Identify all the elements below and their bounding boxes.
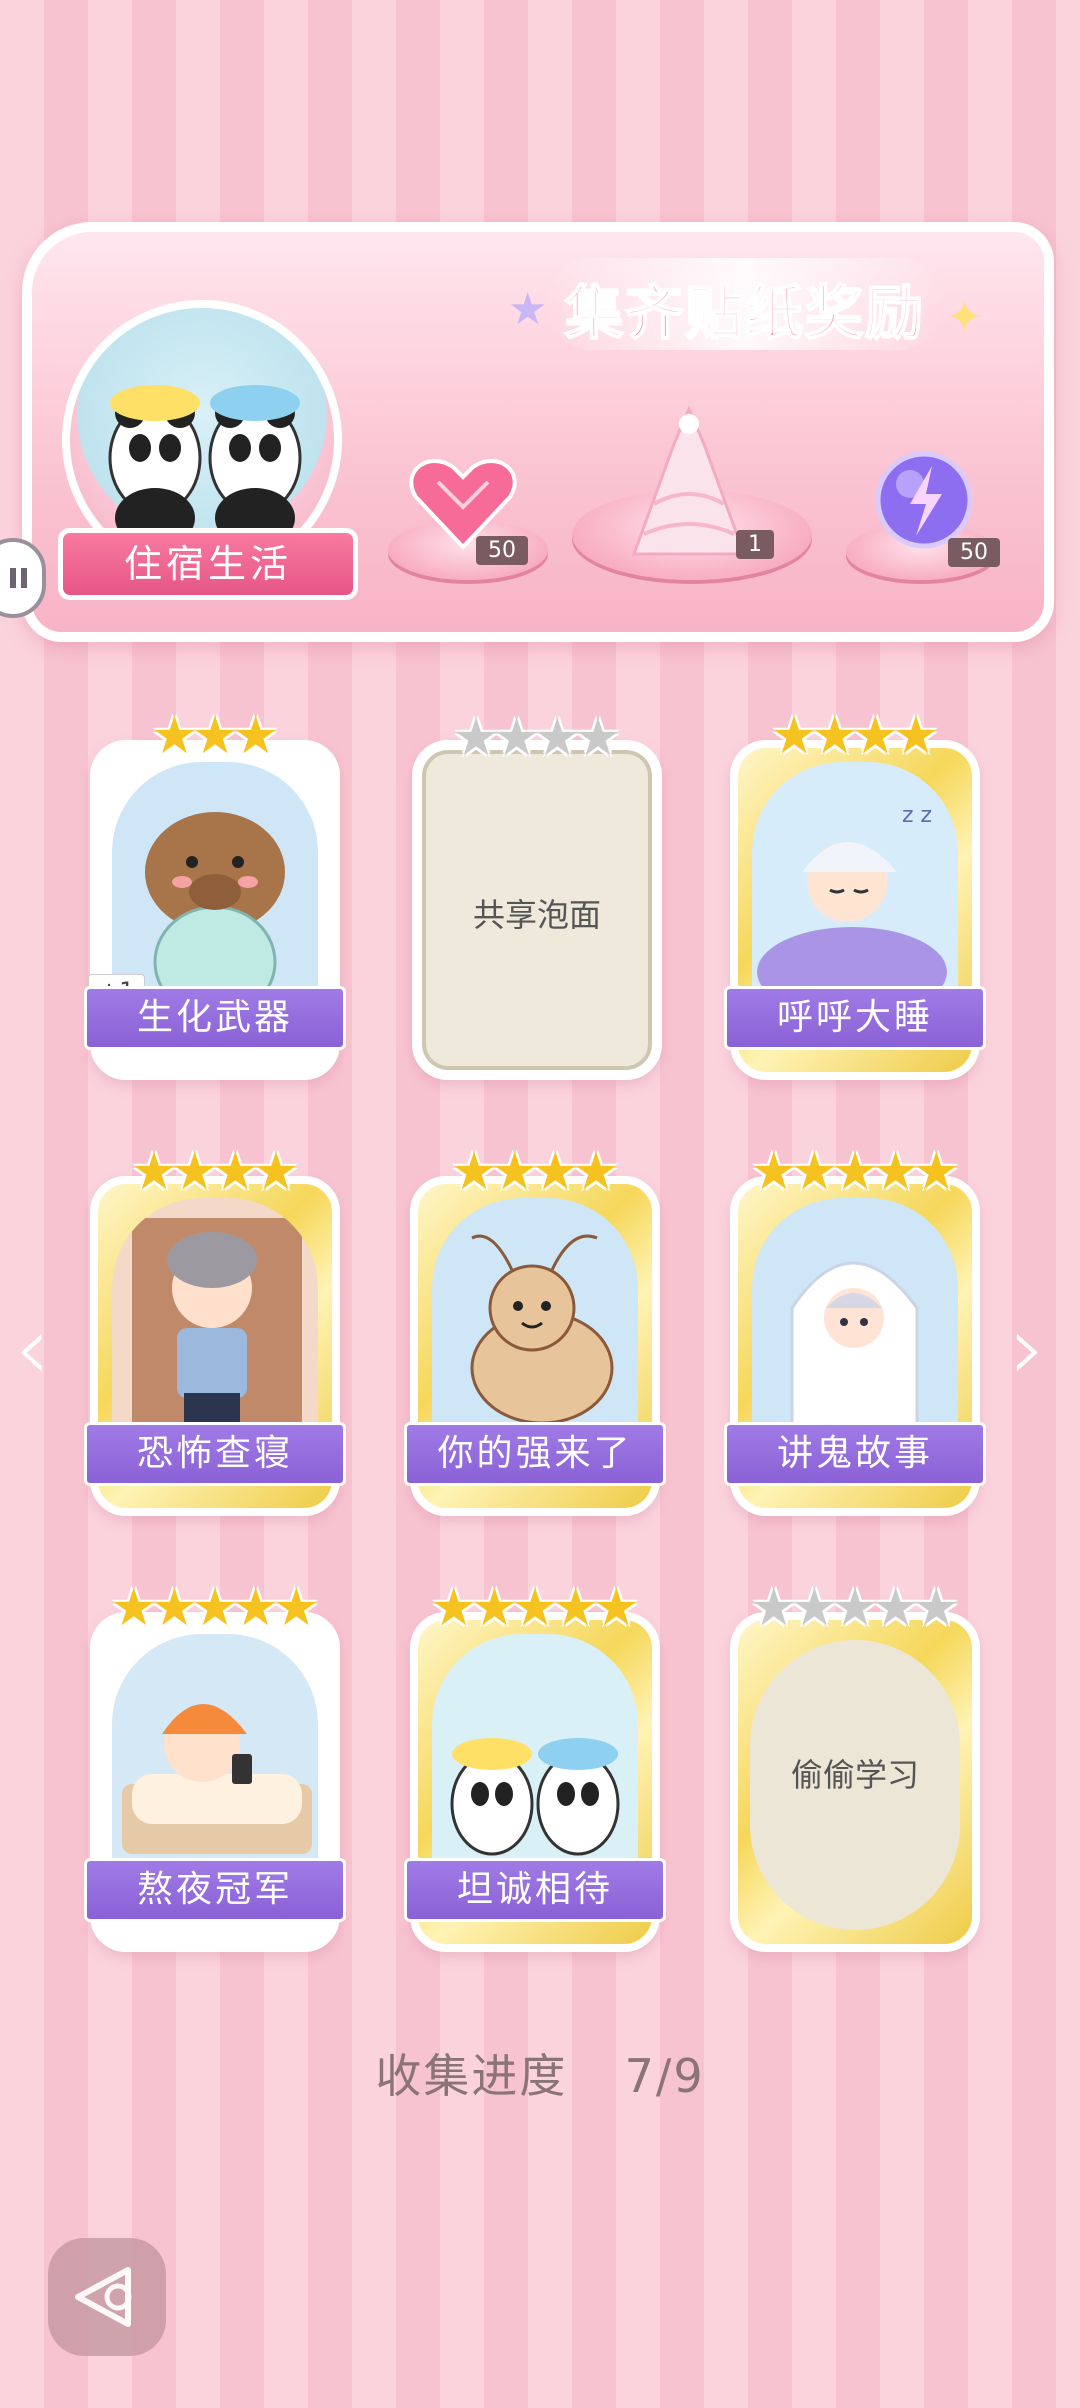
star-icon: ★	[272, 1578, 320, 1638]
star-icon: ★	[450, 1142, 498, 1202]
night-owl-boy-icon	[122, 1704, 312, 1854]
prev-page-arrow-icon[interactable]: ‹	[14, 1296, 50, 1401]
sticker-card[interactable]: ★★★★ 恐怖查寝	[84, 1146, 346, 1516]
star-icon: ★	[552, 1578, 599, 1638]
star-icon: ★	[130, 1142, 178, 1202]
star-icon: ★	[171, 1142, 218, 1202]
collection-progress: 收集进度 7/9	[0, 2040, 1080, 2106]
progress-label: 收集进度	[375, 2049, 568, 2103]
sticker-name: 生化武器	[84, 986, 346, 1050]
theme-label: 住宿生活	[58, 528, 358, 600]
back-arrow-icon	[75, 2267, 132, 2327]
banner-title: 集齐贴纸奖励	[564, 278, 925, 348]
sticker-card[interactable]: ★★★★★ 熬夜冠军	[84, 1582, 346, 1952]
star-sparkle-icon: ✦	[946, 292, 983, 343]
star-sparkle-icon: ★	[508, 284, 548, 335]
star-icon: ★	[770, 706, 818, 766]
reward-count: 50	[948, 538, 1000, 567]
star-icon: ★	[572, 1142, 620, 1202]
sticker-name: 偷偷学习	[790, 1756, 919, 1794]
star-icon: ★	[912, 1578, 960, 1638]
sticker-card[interactable]: ★★★★ 你的强来了	[404, 1146, 666, 1516]
star-icon: ★	[592, 1578, 640, 1638]
star-icon: ★	[534, 708, 581, 768]
star-icon: ★	[912, 1142, 960, 1202]
back-button[interactable]	[48, 2238, 166, 2356]
star-icon: ★	[212, 1142, 259, 1202]
sticker-card[interactable]: ★★★★★ 讲鬼故事	[724, 1146, 986, 1516]
star-rating: ★★★★★	[738, 1582, 972, 1634]
star-rating: ★★★★	[418, 1146, 652, 1198]
dorm-inspector-icon	[132, 1218, 302, 1448]
star-rating: ★★★★★	[98, 1582, 332, 1634]
sticker-card-locked[interactable]: ★★★★ 共享泡面	[412, 712, 662, 1080]
cockroach-icon	[470, 1234, 614, 1425]
star-icon: ★	[232, 1578, 279, 1638]
sticker-name: 共享泡面	[472, 896, 601, 934]
sticker-card[interactable]: ★★★★★ 坦诚相待	[404, 1582, 666, 1952]
star-icon: ★	[750, 1142, 798, 1202]
star-icon: ★	[191, 1578, 239, 1638]
star-rating: ★★★	[98, 710, 332, 762]
star-rating: ★★★★	[738, 710, 972, 762]
card-illustration: z z	[752, 762, 958, 1012]
sticker-name: 呼呼大睡	[724, 986, 986, 1050]
sticker-card[interactable]: ★★★★ z z 呼呼大睡	[724, 710, 986, 1080]
star-rating: ★★★★★	[418, 1582, 652, 1634]
sticker-name: 熬夜冠军	[84, 1858, 346, 1922]
sticker-name: 你的强来了	[404, 1422, 666, 1486]
next-page-arrow-icon[interactable]: ›	[1010, 1296, 1046, 1401]
card-illustration	[112, 1634, 318, 1884]
star-icon: ★	[471, 1578, 518, 1638]
star-icon: ★	[491, 1142, 538, 1202]
star-icon: ★	[511, 1578, 559, 1638]
card-illustration	[432, 1198, 638, 1448]
star-icon: ★	[872, 1578, 919, 1638]
sleeping-boy-icon: z z	[757, 803, 947, 1012]
progress-value: 7/9	[624, 2049, 705, 2103]
star-icon: ★	[151, 706, 198, 766]
star-rating: ★★★★	[422, 712, 652, 764]
card-illustration	[432, 1634, 638, 1884]
sticker-card[interactable]: ★★★ +1 生化武器	[84, 710, 346, 1080]
star-rating: ★★★★★	[738, 1146, 972, 1198]
star-rating: ★★★★	[98, 1146, 332, 1198]
star-icon: ★	[892, 706, 940, 766]
star-icon: ★	[811, 706, 858, 766]
star-icon: ★	[791, 1142, 838, 1202]
sticker-name: 讲鬼故事	[724, 1422, 986, 1486]
card-illustration	[112, 1198, 318, 1448]
star-icon: ★	[452, 708, 500, 768]
star-icon: ★	[831, 1142, 879, 1202]
sticker-name: 恐怖查寝	[84, 1422, 346, 1486]
star-icon: ★	[252, 1142, 300, 1202]
star-icon: ★	[430, 1578, 478, 1638]
ghost-costume-icon	[790, 1261, 919, 1442]
sticker-card-locked[interactable]: ★★★★★ 偷偷学习	[730, 1582, 980, 1952]
sticker-name: 坦诚相待	[404, 1858, 666, 1922]
panda-pair-icon	[450, 1738, 620, 1856]
side-pause-tab[interactable]	[0, 538, 46, 618]
reward-count: 50	[476, 536, 528, 565]
star-icon: ★	[191, 706, 239, 766]
star-icon: ★	[110, 1578, 158, 1638]
card-illustration	[752, 1198, 958, 1448]
star-icon: ★	[493, 708, 540, 768]
svg-text:z z: z z	[902, 803, 932, 828]
star-icon: ★	[831, 1578, 879, 1638]
star-icon: ★	[852, 706, 899, 766]
star-icon: ★	[872, 1142, 919, 1202]
pause-icon	[10, 568, 27, 588]
reward-count: 1	[736, 530, 774, 559]
star-icon: ★	[151, 1578, 198, 1638]
star-icon: ★	[232, 706, 279, 766]
star-icon: ★	[791, 1578, 838, 1638]
star-icon: ★	[532, 1142, 579, 1202]
star-icon: ★	[574, 708, 622, 768]
star-icon: ★	[750, 1578, 798, 1638]
